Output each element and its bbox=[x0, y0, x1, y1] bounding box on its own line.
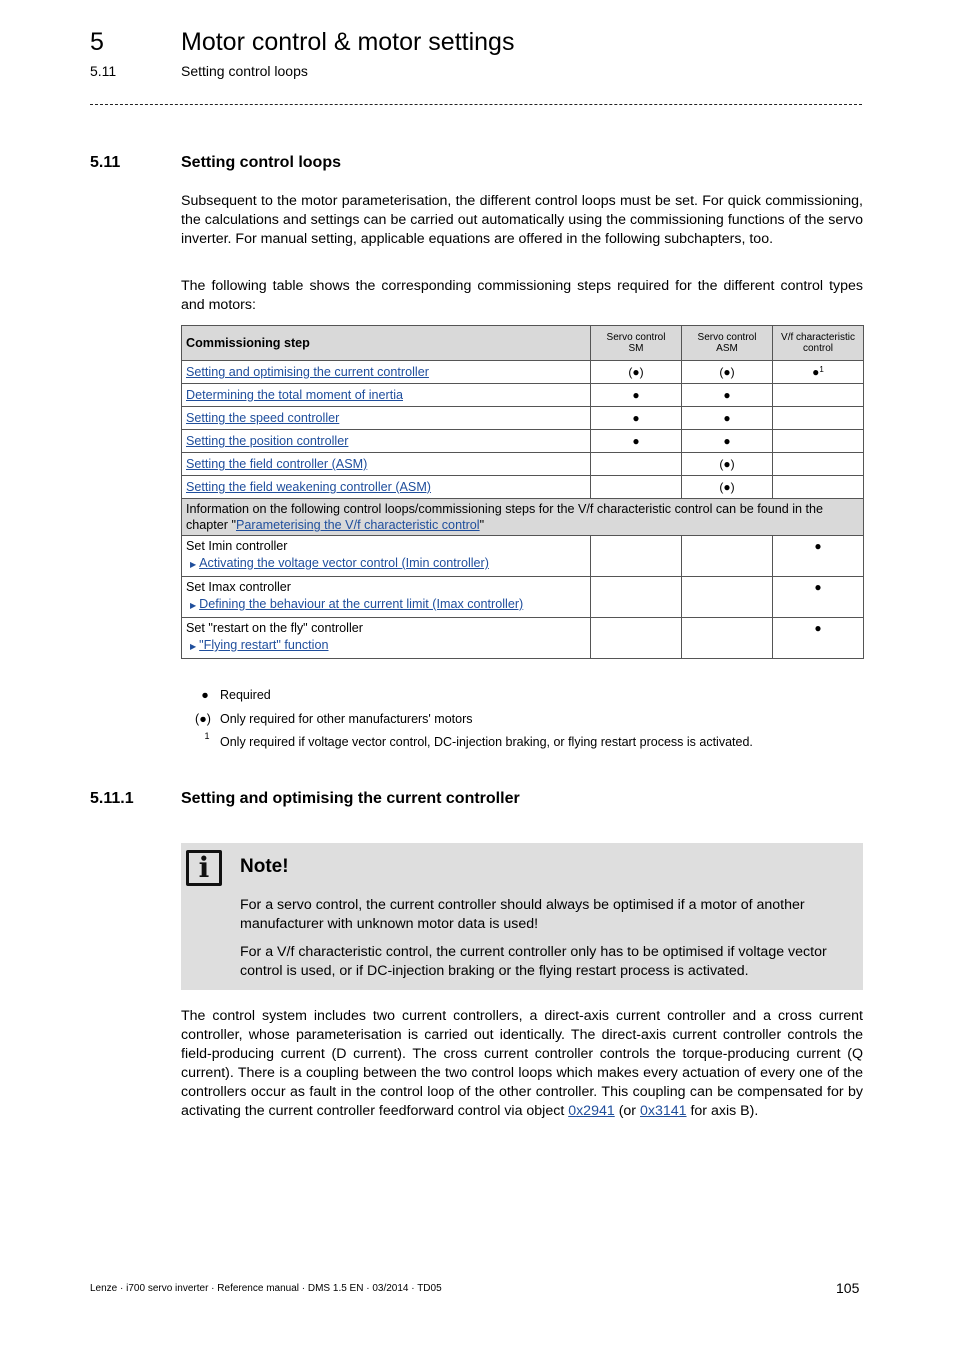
header-servo-asm: Servo control ASM bbox=[681, 325, 773, 361]
cell-asm bbox=[681, 535, 773, 577]
cell-sm: ● bbox=[590, 429, 682, 453]
info-row: Information on the following control loo… bbox=[181, 498, 864, 536]
table-row: Setting the field controller (ASM) (●) bbox=[181, 452, 864, 476]
step-label: Set Imax controller bbox=[186, 580, 291, 594]
step-label: Set Imin controller bbox=[186, 539, 288, 553]
note-title: Note! bbox=[240, 856, 289, 877]
table-row: Setting the field weakening controller (… bbox=[181, 475, 864, 499]
header-commissioning-step: Commissioning step bbox=[181, 325, 591, 361]
bullet-parenthesized-icon: (●) bbox=[195, 712, 211, 726]
object-link-0x2941[interactable]: 0x2941 bbox=[568, 1103, 615, 1119]
body-paragraph: The control system includes two current … bbox=[181, 1007, 863, 1121]
header-vf-control: V/f characteristic control bbox=[772, 325, 864, 361]
body-text: for axis B). bbox=[686, 1103, 759, 1119]
header-servo-sm: Servo control SM bbox=[590, 325, 682, 361]
running-section-number: 5.11 bbox=[90, 63, 117, 79]
cell-vf bbox=[772, 383, 864, 407]
cell-asm: ● bbox=[681, 406, 773, 430]
cell-vf bbox=[772, 452, 864, 476]
cell-sm: ● bbox=[590, 406, 682, 430]
step-link[interactable]: Setting the position controller bbox=[186, 434, 348, 448]
cell-sm: (●) bbox=[590, 360, 682, 384]
table-row: Set Imax controller ▶ Defining the behavio… bbox=[181, 576, 864, 618]
cell-sm bbox=[590, 617, 682, 659]
step-link[interactable]: "Flying restart" function bbox=[199, 638, 328, 652]
running-section-title: Setting control loops bbox=[181, 63, 308, 79]
header-line: Servo control bbox=[606, 332, 666, 343]
footer-text: Lenze · i700 servo inverter · Reference … bbox=[90, 1283, 442, 1294]
cell-vf bbox=[772, 475, 864, 499]
section-heading: Setting control loops bbox=[181, 154, 341, 171]
cell-vf bbox=[772, 429, 864, 453]
chapter-number: 5 bbox=[90, 28, 104, 56]
header-line: SM bbox=[628, 343, 644, 354]
body-text: The control system includes two current … bbox=[181, 1008, 863, 1119]
subsection-heading: Setting and optimising the current contr… bbox=[181, 790, 520, 807]
cell-sm bbox=[590, 452, 682, 476]
header-divider bbox=[90, 104, 862, 105]
step-link[interactable]: Activating the voltage vector control (I… bbox=[199, 556, 489, 570]
table-row: Setting the position controller ● ● bbox=[181, 429, 864, 453]
step-label: Set "restart on the fly" controller bbox=[186, 621, 363, 635]
step-link[interactable]: Setting the speed controller bbox=[186, 411, 339, 425]
step-link[interactable]: Setting the field controller (ASM) bbox=[186, 457, 367, 471]
info-cell: Information on the following control loo… bbox=[181, 498, 864, 536]
table-row: Set Imin controller ▶ Activating the volta… bbox=[181, 535, 864, 577]
legend-text: Only required for other manufacturers' m… bbox=[220, 712, 473, 726]
header-line: ASM bbox=[716, 343, 738, 354]
cell-sm: ● bbox=[590, 383, 682, 407]
note-box: i Note! For a servo control, the current… bbox=[181, 843, 863, 990]
commissioning-steps-table: Commissioning step Servo control SM Servo… bbox=[181, 325, 864, 659]
cell-vf: ● bbox=[772, 576, 864, 618]
step-link[interactable]: Setting and optimising the current contr… bbox=[186, 365, 429, 379]
info-icon: i bbox=[186, 850, 222, 886]
table-row: Set "restart on the fly" controller ▶ "Fly… bbox=[181, 617, 864, 659]
cell-sm bbox=[590, 475, 682, 499]
intro-paragraph: Subsequent to the motor parameterisation… bbox=[181, 193, 863, 247]
cell-sm bbox=[590, 535, 682, 577]
cell-vf: ●1 bbox=[772, 360, 864, 384]
cell-asm: ● bbox=[681, 429, 773, 453]
table-row: Setting and optimising the current contr… bbox=[181, 360, 864, 384]
chapter-title: Motor control & motor settings bbox=[181, 28, 515, 56]
triangle-right-icon: ▶ bbox=[190, 601, 197, 610]
cell-asm: ● bbox=[681, 383, 773, 407]
legend-text: Required bbox=[220, 688, 271, 702]
note-paragraph: For a V/f characteristic control, the cu… bbox=[240, 944, 827, 979]
page-number: 105 bbox=[836, 1280, 860, 1296]
cell-asm bbox=[681, 617, 773, 659]
table-row: Determining the total moment of inertia … bbox=[181, 383, 864, 407]
step-link[interactable]: Defining the behaviour at the current li… bbox=[199, 597, 523, 611]
bullet-icon: ● bbox=[201, 688, 209, 702]
table-row: Setting the speed controller ● ● bbox=[181, 406, 864, 430]
object-link-0x3141[interactable]: 0x3141 bbox=[640, 1103, 687, 1119]
info-text-end: " bbox=[479, 518, 485, 532]
footnote-ref: 1 bbox=[819, 365, 824, 374]
cell-sm bbox=[590, 576, 682, 618]
cell-asm bbox=[681, 576, 773, 618]
step-link[interactable]: Setting the field weakening controller (… bbox=[186, 480, 431, 494]
cell-asm: (●) bbox=[681, 452, 773, 476]
triangle-right-icon: ▶ bbox=[190, 642, 197, 651]
step-link[interactable]: Determining the total moment of inertia bbox=[186, 388, 403, 402]
header-line: control bbox=[802, 343, 833, 354]
header-line: V/f characteristic bbox=[781, 332, 855, 343]
cell-vf bbox=[772, 406, 864, 430]
cell-vf: ● bbox=[772, 617, 864, 659]
legend-text: Only required if voltage vector control,… bbox=[220, 735, 753, 749]
body-text: (or bbox=[614, 1103, 640, 1119]
table-header-row: Commissioning step Servo control SM Servo… bbox=[181, 325, 864, 361]
table-intro-paragraph: The following table shows the correspond… bbox=[181, 278, 863, 313]
subsection-number: 5.11.1 bbox=[90, 790, 134, 807]
cell-asm: (●) bbox=[681, 475, 773, 499]
triangle-right-icon: ▶ bbox=[190, 560, 197, 569]
section-number: 5.11 bbox=[90, 154, 121, 171]
cell-asm: (●) bbox=[681, 360, 773, 384]
cell-vf: ● bbox=[772, 535, 864, 577]
footnote-marker: 1 bbox=[204, 731, 210, 741]
note-paragraph: For a servo control, the current control… bbox=[240, 897, 805, 932]
vf-chapter-link[interactable]: Parameterising the V/f characteristic co… bbox=[236, 518, 480, 532]
header-line: Servo control bbox=[697, 332, 757, 343]
